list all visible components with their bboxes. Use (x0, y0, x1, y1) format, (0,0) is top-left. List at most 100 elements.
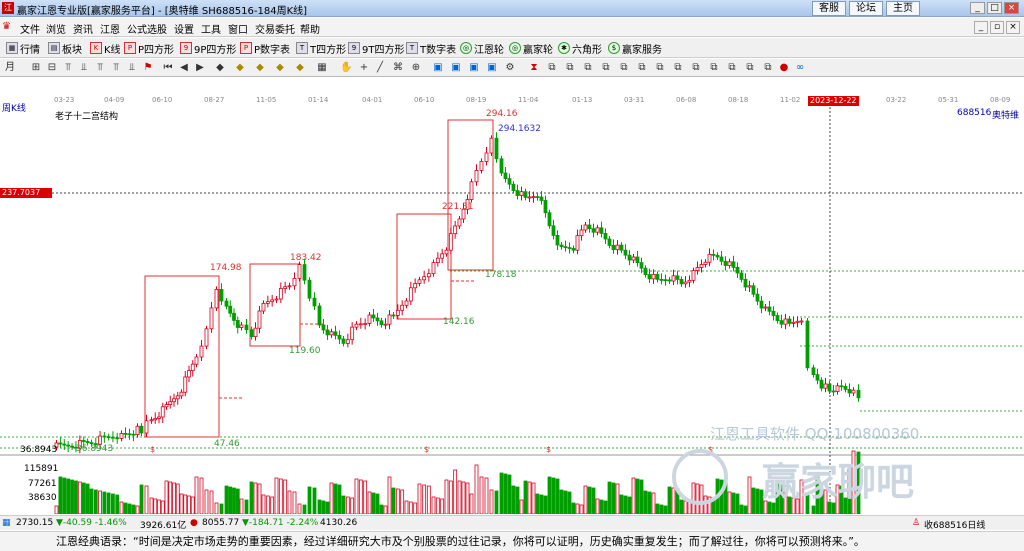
menu-file[interactable]: 文件 (20, 21, 40, 36)
period-icon[interactable]: 月 (4, 62, 16, 74)
hexagon-button[interactable]: ✱ 六角形 (558, 40, 602, 56)
tool-icon[interactable]: ⫪ (94, 62, 106, 74)
volume-bar (687, 501, 692, 515)
candle (699, 264, 704, 268)
winner-wheel-button[interactable]: ◎ 赢家轮 (509, 40, 553, 56)
maximize-icon[interactable]: □ (987, 2, 1002, 14)
tool-icon[interactable]: ⧉ (654, 62, 666, 74)
candle (683, 281, 688, 285)
hand-icon[interactable]: ✋ (340, 62, 352, 74)
kline-chart[interactable]: $ $ $ $ 周K线 老子十二宫结构 688516 奥特维 237.7037 … (0, 104, 1024, 515)
volume-bar (579, 504, 584, 515)
sector-button[interactable]: ▤ 板块 (48, 40, 82, 56)
diamond-icon[interactable]: ◆ (234, 62, 246, 74)
color-icon[interactable]: ● (778, 62, 790, 74)
tool-icon[interactable]: ⊟ (46, 62, 58, 74)
screen-icon[interactable]: ▣ (432, 62, 444, 74)
next-icon[interactable]: ▶ (194, 62, 206, 74)
candle (691, 270, 696, 281)
9t-square-button[interactable]: 9 9T四方形 (348, 40, 404, 56)
menu-app-icon[interactable]: ♛ (2, 21, 11, 32)
tool-icon[interactable]: ⫫ (78, 62, 90, 74)
tool-icon[interactable]: ⧉ (618, 62, 630, 74)
save-icon[interactable]: ▣ (450, 62, 462, 74)
diamond-icon[interactable]: ◆ (254, 62, 266, 74)
t-number-table-button[interactable]: T T数字表 (406, 40, 456, 56)
chart-canvas[interactable]: $ $ $ $ (0, 107, 1024, 515)
tool-icon[interactable]: ⫫ (126, 62, 138, 74)
menu-gann[interactable]: 江恩 (100, 21, 120, 36)
menu-settings[interactable]: 设置 (174, 21, 194, 36)
cross-icon[interactable]: + (358, 62, 370, 74)
kline-button[interactable]: K K线 (90, 40, 121, 56)
volume-bar (89, 488, 94, 515)
bell-icon[interactable]: ♙ (912, 518, 920, 528)
tool-icon[interactable]: ⚙ (504, 62, 516, 74)
candle (783, 318, 788, 325)
p-number-table-button[interactable]: P P数字表 (240, 40, 290, 56)
tool-icon[interactable]: ⊕ (410, 62, 422, 74)
tool-icon[interactable]: ⊞ (30, 62, 42, 74)
menu-window[interactable]: 窗口 (228, 21, 248, 36)
forum-link[interactable]: 论坛 (849, 1, 883, 16)
service-link[interactable]: 客服 (812, 1, 846, 16)
tool-icon[interactable]: ⧉ (636, 62, 648, 74)
candle (571, 248, 576, 251)
tool-icon[interactable]: ⧉ (726, 62, 738, 74)
tool-icon[interactable]: ⧉ (672, 62, 684, 74)
tool-icon[interactable]: ⌘ (392, 62, 404, 74)
volume-bar (723, 480, 728, 515)
infinity-icon[interactable]: ∞ (794, 62, 806, 74)
mdi-minimize-icon[interactable]: _ (974, 21, 988, 34)
volume-bar (135, 505, 140, 515)
volume-bar (675, 488, 680, 515)
first-icon[interactable]: ⏮ (162, 62, 174, 74)
menu-trade[interactable]: 交易委托 (255, 21, 295, 36)
menu-info[interactable]: 资讯 (73, 21, 93, 36)
volume-bar (168, 481, 173, 515)
tool-icon[interactable]: ⧉ (600, 62, 612, 74)
tool-icon[interactable]: ⧉ (762, 62, 774, 74)
close-icon[interactable]: × (1004, 2, 1019, 14)
quotes-button[interactable]: ▦ 行情 (6, 40, 40, 56)
volume-bar (575, 503, 580, 515)
tool-icon[interactable]: ▣ (468, 62, 480, 74)
tool-icon[interactable]: ⧉ (546, 62, 558, 74)
tool-icon[interactable]: ⫪ (110, 62, 122, 74)
mdi-close-icon[interactable]: × (1006, 21, 1020, 34)
candle (391, 314, 396, 317)
grid-tool-icon[interactable]: ▦ (316, 62, 328, 74)
menu-formula[interactable]: 公式选股 (127, 21, 167, 36)
tool-icon[interactable]: ⧉ (744, 62, 756, 74)
t-square-button[interactable]: T T四方形 (296, 40, 346, 56)
winner-service-button[interactable]: $ 赢家服务 (608, 40, 662, 56)
tool-icon[interactable]: ⧉ (582, 62, 594, 74)
diamond-icon[interactable]: ◆ (294, 62, 306, 74)
tool-icon[interactable]: ⧉ (690, 62, 702, 74)
candle (655, 273, 660, 280)
sector-icon: ▤ (48, 42, 60, 54)
candle (70, 445, 74, 448)
9p-square-button[interactable]: 9 9P四方形 (180, 40, 236, 56)
menu-browse[interactable]: 浏览 (46, 21, 66, 36)
menu-tools[interactable]: 工具 (201, 21, 221, 36)
tool-icon[interactable]: ⫪ (62, 62, 74, 74)
prev-icon[interactable]: ◀ (178, 62, 190, 74)
diamond-icon[interactable]: ◆ (274, 62, 286, 74)
volume-bar (683, 500, 688, 515)
minimize-icon[interactable]: _ (970, 2, 985, 14)
p-square-button[interactable]: P P四方形 (124, 40, 174, 56)
gann-wheel-button[interactable]: ◎ 江恩轮 (460, 40, 504, 56)
tool-icon[interactable]: ⧗ (528, 62, 540, 74)
line-icon[interactable]: ╱ (374, 62, 386, 74)
tool-icon[interactable]: ⧉ (708, 62, 720, 74)
home-link[interactable]: 主页 (886, 1, 920, 16)
tool-icon[interactable]: ▣ (486, 62, 498, 74)
candle (735, 266, 740, 274)
menu-help[interactable]: 帮助 (300, 21, 320, 36)
tool-icon[interactable]: ⧉ (564, 62, 576, 74)
flag-icon[interactable]: ⚑ (142, 62, 154, 74)
mdi-restore-icon[interactable]: ▫ (990, 21, 1004, 34)
tool-icon[interactable]: ◆ (214, 62, 226, 74)
volume-bar (799, 479, 804, 515)
